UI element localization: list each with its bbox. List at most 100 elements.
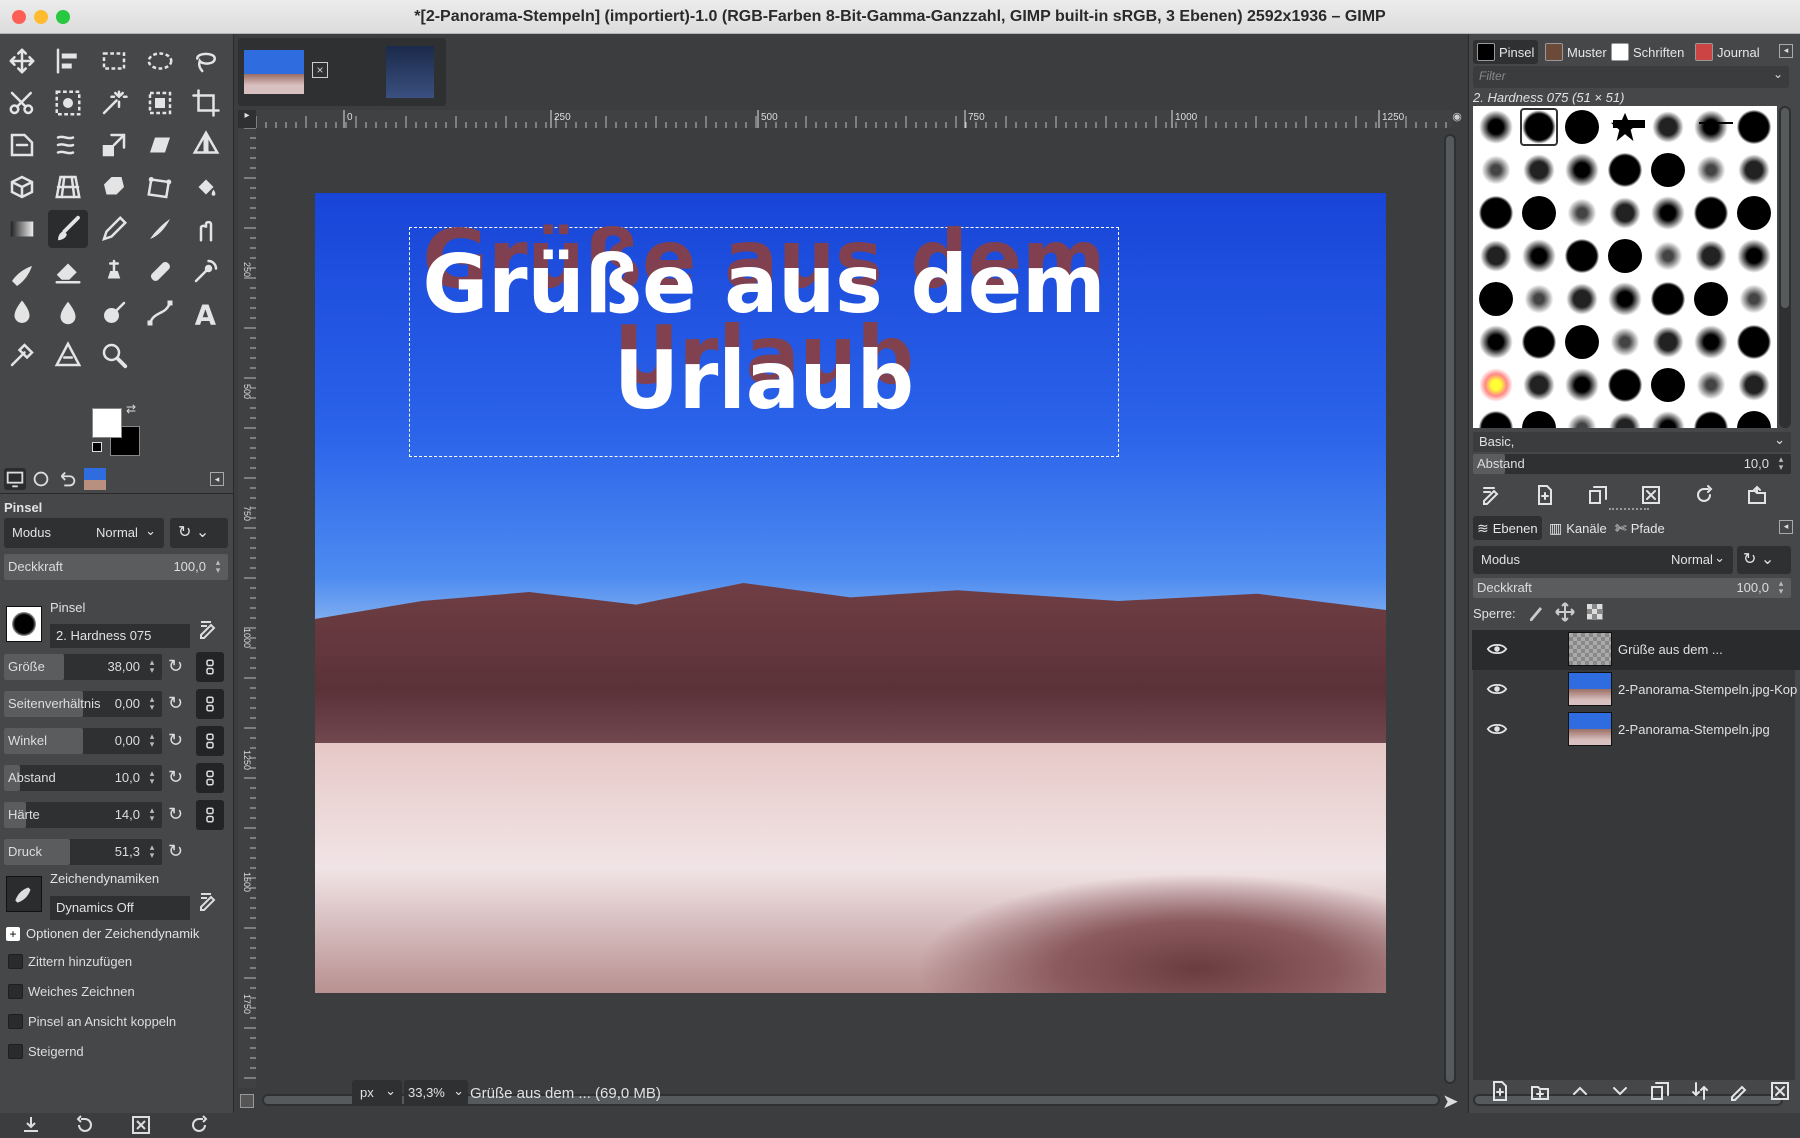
reset-options-icon[interactable] [186,1112,212,1138]
cage-icon[interactable] [94,168,134,206]
dodge-icon[interactable] [2,294,42,332]
edit-brush-icon[interactable] [1479,482,1505,508]
brush-swatch[interactable] [1565,325,1599,359]
raise-layer-icon[interactable] [1567,1078,1593,1104]
slider-2[interactable]: Winkel 0,00 ▴ ▾ [4,728,162,754]
image-tab-active[interactable]: × [238,38,378,106]
edit-dynamics-icon[interactable] [196,888,222,914]
brush-swatch[interactable] [1608,153,1642,187]
lock-alpha-icon[interactable] [1583,600,1607,624]
reset-icon[interactable]: ↻ [168,656,183,677]
layer-mode-select[interactable]: Modus Normal ⌄ [1473,546,1733,574]
tab-schriften[interactable]: Schriften [1607,40,1688,64]
layer-row[interactable]: 2-Panorama-Stempeln.jpg-Kopie [1472,670,1800,710]
ruler-corner[interactable]: ▸ [238,110,256,128]
lock-pixels-icon[interactable] [1525,600,1549,624]
brush-swatch[interactable] [1737,196,1771,230]
dock-separator[interactable] [1609,508,1649,512]
layer-name[interactable]: 2-Panorama-Stempeln.jpg-Kopie [1618,682,1798,697]
configure-tab-icon[interactable]: ◂ [1779,520,1793,534]
slider-0[interactable]: Größe 38,00 ▴ ▾ [4,654,162,680]
brush-swatch[interactable] [1608,411,1642,428]
eraser-icon[interactable] [48,252,88,290]
vertical-ruler[interactable]: 250 500 750 1000 1250 1500 1750 [238,128,256,1088]
brush-swatch[interactable] [1608,239,1642,273]
horizontal-ruler[interactable]: 02505007501000125015001750200022502500 [256,110,1452,128]
checkbox-0[interactable] [8,954,23,969]
brush-swatch[interactable] [1565,239,1599,273]
fill-icon[interactable] [186,168,226,206]
layer-name[interactable]: 2-Panorama-Stempeln.jpg [1618,722,1798,737]
gradient-icon[interactable] [2,210,42,248]
brush-swatch[interactable] [1479,153,1513,187]
layer-opacity-slider[interactable]: Deckkraft 100,0 ▴ ▾ [1473,578,1791,598]
brush-grid[interactable] [1473,106,1777,428]
new-layer-group-icon[interactable] [1527,1078,1553,1104]
brush-swatch[interactable] [1565,282,1599,316]
reset-icon[interactable]: ↻ [168,730,183,751]
brush-swatch[interactable] [1565,110,1599,144]
brush-swatch[interactable] [1479,196,1513,230]
refresh-brushes-icon[interactable] [1691,482,1717,508]
save-options-icon[interactable] [18,1112,44,1138]
flip-icon[interactable] [186,126,226,164]
align-icon[interactable] [48,42,88,80]
3d-transform-icon[interactable] [2,168,42,206]
link-icon[interactable] [196,763,224,793]
brush-swatch[interactable] [1479,325,1513,359]
lasso-icon[interactable] [186,42,226,80]
brush-swatch[interactable] [1522,196,1556,230]
reset-icon[interactable]: ↻ [168,804,183,825]
foreground-color-swatch[interactable] [92,408,122,438]
measure-icon[interactable] [48,336,88,374]
brush-swatch[interactable] [1608,368,1642,402]
checkbox-2[interactable] [8,1014,23,1029]
text-icon[interactable]: A [186,294,226,332]
reset-icon[interactable]: ↻ [168,767,183,788]
mypaint-icon[interactable] [140,210,180,248]
edit-brush-icon[interactable] [196,616,222,642]
open-brush-file-icon[interactable] [1744,482,1770,508]
brush-spacing-slider[interactable]: Abstand 10,0 ▴ ▾ [1473,454,1791,474]
brush-swatch[interactable] [1608,196,1642,230]
close-tab-icon[interactable]: × [312,62,328,78]
brush-swatch[interactable] [1479,411,1513,428]
dynamics-options-expander[interactable]: + Optionen der Zeichendynamik [6,926,199,941]
brush-swatch[interactable] [1522,153,1556,187]
opacity-slider[interactable]: Deckkraft 100,0 ▴ ▾ [4,554,228,580]
add-mask-icon[interactable] [1727,1078,1753,1104]
shear-icon[interactable] [140,126,180,164]
image-tab-2[interactable] [376,38,446,106]
brush-swatch[interactable] [1608,282,1642,316]
checkbox-1[interactable] [8,984,23,999]
brush-swatch[interactable] [1694,368,1728,402]
zoom-select[interactable]: 33,3% ⌄ [404,1080,468,1106]
foreground-select-icon[interactable] [48,84,88,122]
brush-preview[interactable] [6,606,42,642]
rect-select-icon[interactable] [94,42,134,80]
tab-ebenen[interactable]: ≋ Ebenen [1473,516,1542,540]
brush-swatch[interactable] [1522,368,1556,402]
brush-swatch[interactable] [1737,368,1771,402]
tab-muster[interactable]: Muster [1541,40,1611,64]
color-select-icon[interactable] [140,84,180,122]
heal-icon[interactable] [140,252,180,290]
brush-swatch[interactable] [1651,196,1685,230]
brush-swatch[interactable] [1694,411,1728,428]
brush-swatch[interactable] [1479,239,1513,273]
swap-colors-icon[interactable]: ⇄ [126,402,136,416]
brush-name-field[interactable]: 2. Hardness 075 [50,624,190,648]
ellipse-select-icon[interactable] [140,42,180,80]
brush-swatch[interactable] [1737,239,1771,273]
scissors-icon[interactable] [2,84,42,122]
brush-filter-input[interactable]: Filter ⌄ [1473,66,1789,88]
brush-swatch[interactable] [1737,282,1771,316]
clone-icon[interactable] [94,252,134,290]
link-icon[interactable] [196,800,224,830]
duplicate-layer-icon[interactable] [1647,1078,1673,1104]
brush-swatch[interactable] [1694,239,1728,273]
brush-swatch[interactable] [1737,325,1771,359]
brush-swatch[interactable] [1737,411,1771,428]
smudge-icon[interactable] [186,210,226,248]
tab-kanäle[interactable]: ▥ Kanäle [1545,516,1611,540]
